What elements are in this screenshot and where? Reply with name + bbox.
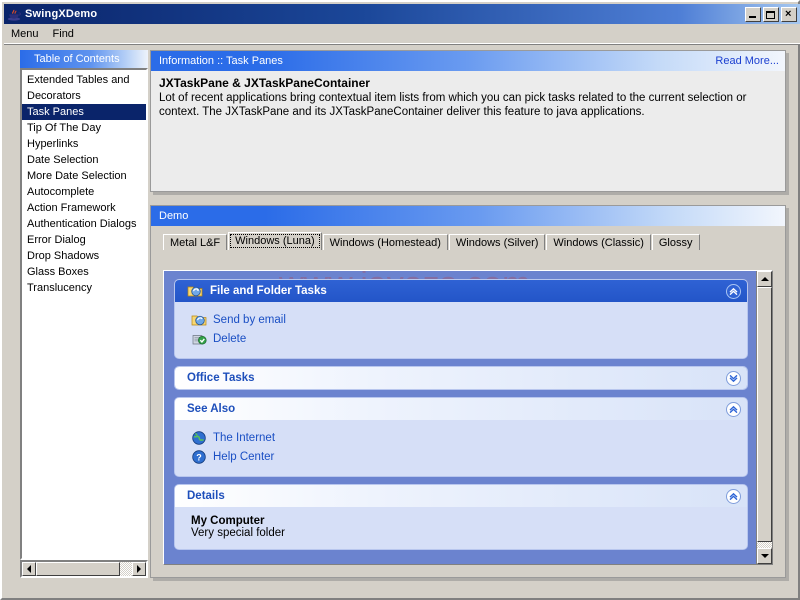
- toc-item-translucency[interactable]: Translucency: [22, 280, 146, 296]
- minimize-button[interactable]: [745, 6, 761, 22]
- demo-title: Demo: [159, 210, 189, 222]
- tab-windows-luna[interactable]: Windows (Luna): [228, 232, 322, 250]
- information-heading: JXTaskPane & JXTaskPaneContainer: [159, 76, 370, 90]
- task-link-label-delete: Delete: [213, 332, 247, 345]
- delete-icon: [191, 331, 207, 347]
- tab-metal-lf[interactable]: Metal L&F: [163, 234, 228, 250]
- close-button[interactable]: ×: [781, 6, 797, 22]
- menu-item-menu[interactable]: Menu: [4, 26, 46, 42]
- task-link-delete[interactable]: Delete: [191, 329, 737, 348]
- taskpane-header-office-tasks[interactable]: Office Tasks: [175, 367, 747, 389]
- taskpane-vscroll-thumb[interactable]: [757, 287, 772, 542]
- information-body: JXTaskPane & JXTaskPaneContainer Lot of …: [151, 71, 785, 191]
- toc-item-decorators[interactable]: Decorators: [22, 88, 146, 104]
- task-link-send-by-email[interactable]: Send by email: [191, 310, 737, 329]
- tab-windows-silver[interactable]: Windows (Silver): [448, 234, 546, 250]
- help-icon: ?: [191, 449, 207, 465]
- tab-windows-homestead[interactable]: Windows (Homestead): [322, 234, 448, 250]
- toc-hscroll-track[interactable]: [36, 562, 132, 576]
- send-email-icon: [191, 312, 207, 328]
- svg-text:?: ?: [196, 452, 202, 462]
- toc-list: Extended Tables and Decorators Task Pane…: [22, 70, 146, 296]
- folder-tasks-icon: [187, 283, 203, 299]
- chevron-double-up-icon[interactable]: [726, 283, 741, 299]
- toc-item-drop-shadows[interactable]: Drop Shadows: [22, 248, 146, 264]
- taskpane-title-file-and-folder-tasks: File and Folder Tasks: [210, 285, 327, 297]
- information-title: Information :: Task Panes: [159, 55, 283, 67]
- toc-item-hyperlinks[interactable]: Hyperlinks: [22, 136, 146, 152]
- toc-horizontal-scrollbar[interactable]: [20, 560, 148, 578]
- task-link-label-the-internet: The Internet: [213, 431, 276, 444]
- toc-item-glass-boxes[interactable]: Glass Boxes: [22, 264, 146, 280]
- scroll-left-arrow-icon[interactable]: [22, 562, 36, 576]
- tab-windows-classic[interactable]: Windows (Classic): [546, 234, 651, 250]
- taskpane-header-details[interactable]: Details: [175, 485, 747, 507]
- window-title: SwingXDemo: [25, 8, 98, 20]
- globe-icon: [191, 430, 207, 446]
- taskpane-container: www.javazs.com: [163, 270, 773, 565]
- toc-item-autocomplete[interactable]: Autocomplete: [22, 184, 146, 200]
- toc-list-container[interactable]: Extended Tables and Decorators Task Pane…: [20, 68, 148, 560]
- taskpane-header-see-also[interactable]: See Also: [175, 398, 747, 420]
- scroll-up-arrow-icon[interactable]: [757, 271, 772, 287]
- detail-subtitle: Very special folder: [191, 527, 285, 539]
- toc-item-extended-tables-and[interactable]: Extended Tables and: [22, 72, 146, 88]
- toc-item-tip-of-the-day[interactable]: Tip Of The Day: [22, 120, 146, 136]
- toc-item-task-panes[interactable]: Task Panes: [22, 104, 146, 120]
- taskpane-scroll-area: www.javazs.com: [164, 271, 756, 564]
- information-paragraph: Lot of recent applications bring context…: [159, 92, 747, 118]
- toc-item-date-selection[interactable]: Date Selection: [22, 152, 146, 168]
- task-link-label-help-center: Help Center: [213, 450, 275, 463]
- task-link-help-center[interactable]: ? Help Center: [191, 447, 737, 466]
- toc-item-action-framework[interactable]: Action Framework: [22, 200, 146, 216]
- read-more-link[interactable]: Read More...: [715, 55, 779, 67]
- maximize-button[interactable]: [763, 6, 779, 22]
- look-and-feel-tabs: Metal L&F Windows (Luna) Windows (Homest…: [159, 232, 777, 250]
- scroll-down-arrow-icon[interactable]: [757, 548, 772, 564]
- toc-header: Table of Contents: [20, 50, 148, 68]
- menubar-separator: [4, 43, 800, 45]
- menu-bar: Menu Find: [4, 24, 800, 44]
- task-link-the-internet[interactable]: The Internet: [191, 428, 737, 447]
- taskpane-title-details: Details: [187, 490, 225, 502]
- chevron-double-up-icon[interactable]: [726, 401, 741, 417]
- toc-item-more-date-selection[interactable]: More Date Selection: [22, 168, 146, 184]
- taskpane-title-see-also: See Also: [187, 403, 236, 415]
- taskpane-see-also: See Also The Internet ? Help Center: [174, 397, 748, 477]
- app-window: SwingXDemo × Menu Find Table of Contents…: [0, 0, 800, 600]
- task-link-label-send-by-email: Send by email: [213, 313, 286, 326]
- demo-header: Demo: [151, 206, 785, 226]
- taskpane-vscroll-track[interactable]: [757, 287, 772, 548]
- table-of-contents-panel: Table of Contents Extended Tables and De…: [20, 50, 148, 578]
- tab-glossy[interactable]: Glossy: [651, 234, 700, 250]
- taskpane-file-and-folder-tasks: File and Folder Tasks Send by email Dele…: [174, 279, 748, 359]
- taskpane-office-tasks: Office Tasks: [174, 366, 748, 390]
- detail-title: My Computer: [191, 515, 265, 527]
- title-bar: SwingXDemo ×: [4, 4, 800, 24]
- toc-item-authentication-dialogs[interactable]: Authentication Dialogs: [22, 216, 146, 232]
- scroll-right-arrow-icon[interactable]: [132, 562, 146, 576]
- taskpane-content-see-also: The Internet ? Help Center: [175, 420, 747, 476]
- taskpane-details: Details My Computer Very special folder: [174, 484, 748, 550]
- chevron-double-down-icon[interactable]: [726, 370, 741, 386]
- taskpane-title-office-tasks: Office Tasks: [187, 372, 255, 384]
- information-panel: Information :: Task Panes Read More... J…: [150, 50, 786, 192]
- java-cup-icon: [6, 6, 22, 22]
- window-controls: ×: [745, 6, 797, 22]
- demo-panel: Demo Metal L&F Windows (Luna) Windows (H…: [150, 205, 786, 578]
- taskpane-vertical-scrollbar[interactable]: [756, 271, 772, 564]
- demo-body: Metal L&F Windows (Luna) Windows (Homest…: [151, 226, 785, 577]
- menu-item-find[interactable]: Find: [46, 26, 81, 42]
- taskpane-content-details: My Computer Very special folder: [175, 507, 747, 549]
- taskpane-content-file-and-folder-tasks: Send by email Delete: [175, 302, 747, 358]
- taskpane-header-file-and-folder-tasks[interactable]: File and Folder Tasks: [175, 280, 747, 302]
- toc-item-error-dialog[interactable]: Error Dialog: [22, 232, 146, 248]
- information-header: Information :: Task Panes Read More...: [151, 51, 785, 71]
- chevron-double-up-icon[interactable]: [726, 488, 741, 504]
- toc-hscroll-thumb[interactable]: [36, 562, 120, 576]
